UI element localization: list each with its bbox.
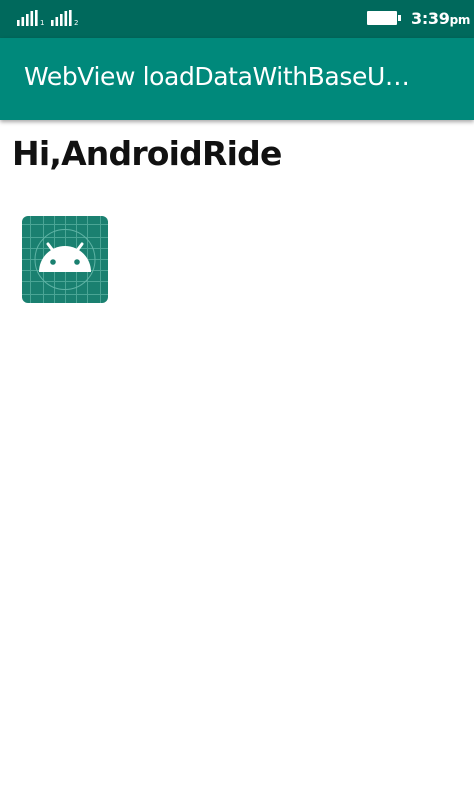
signal-sim1-icon (17, 10, 39, 28)
time-suffix: pm (449, 13, 471, 27)
page-heading: Hi,AndroidRide (12, 134, 282, 173)
sim2-label: 2 (74, 19, 79, 27)
sim1-label: 1 (40, 19, 45, 27)
app-bar: WebView loadDataWithBaseU… (0, 38, 474, 120)
status-bar: 1 2 3:39pm (0, 0, 474, 38)
time-value: 3:39 (411, 9, 450, 28)
signal-sim2-icon (51, 10, 73, 28)
battery-icon (367, 11, 401, 25)
android-launcher-icon (22, 216, 108, 303)
status-time: 3:39pm (411, 9, 470, 28)
app-title: WebView loadDataWithBaseU… (24, 62, 410, 91)
